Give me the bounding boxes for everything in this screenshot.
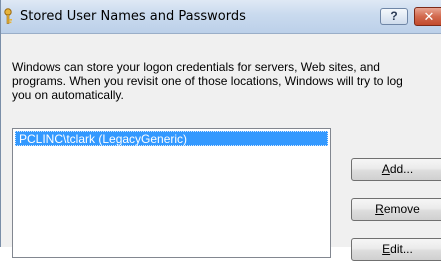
edit-button[interactable]: Edit... xyxy=(351,238,441,261)
add-button[interactable]: Add... xyxy=(351,158,441,181)
close-button[interactable]: ✕ xyxy=(414,7,441,26)
window-title: Stored User Names and Passwords xyxy=(20,9,246,24)
add-button-accel: A xyxy=(381,162,390,176)
list-item-credential[interactable]: PCLINC\tclark (LegacyGeneric) xyxy=(15,131,328,146)
help-button[interactable]: ? xyxy=(380,8,408,25)
help-icon: ? xyxy=(390,9,398,23)
description-text: Windows can store your logon credentials… xyxy=(12,60,403,102)
edit-button-label: dit... xyxy=(390,242,413,256)
remove-button-label: emove xyxy=(383,202,420,216)
add-button-label: dd... xyxy=(389,162,414,176)
title-bar[interactable]: Stored User Names and Passwords ? ✕ xyxy=(1,0,441,34)
close-icon: ✕ xyxy=(423,9,435,24)
key-icon xyxy=(4,8,12,24)
edit-button-accel: E xyxy=(382,242,391,256)
remove-button-accel: R xyxy=(375,202,384,216)
remove-button[interactable]: Remove xyxy=(351,198,441,221)
credentials-list[interactable]: PCLINC\tclark (LegacyGeneric) xyxy=(12,128,331,258)
dialog-window: Stored User Names and Passwords ? ✕ Wind… xyxy=(0,0,441,261)
